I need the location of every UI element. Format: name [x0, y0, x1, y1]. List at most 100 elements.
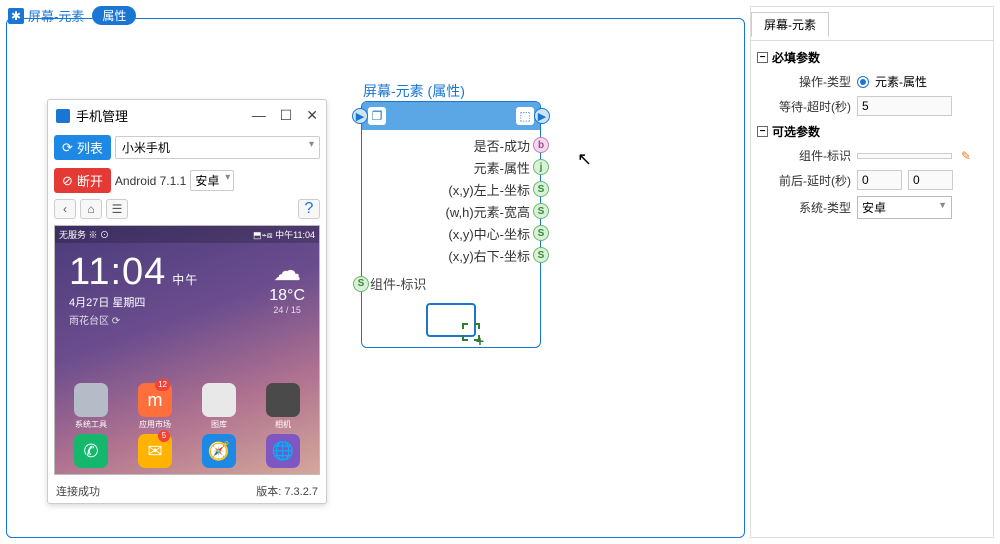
optional-section-header[interactable]: − 可选参数 — [757, 119, 987, 144]
node-output-port[interactable]: S — [533, 203, 549, 219]
app-icon — [202, 383, 236, 417]
collapse-icon[interactable]: − — [757, 52, 768, 63]
app-icon — [74, 383, 108, 417]
delay-after-input[interactable]: 0 — [908, 170, 953, 190]
app-globe[interactable]: 🌐 — [266, 434, 300, 468]
props-tab[interactable]: 屏幕-元素 — [751, 12, 829, 37]
app-icon: 🌐 — [266, 434, 300, 468]
clock-time: 11:04 — [69, 251, 166, 293]
list-button[interactable]: ⟳列表 — [54, 135, 111, 160]
system-type-label: 系统-类型 — [771, 199, 851, 216]
node-exec-in-port[interactable]: ▶ — [352, 108, 368, 124]
walk-icon: ✱ — [8, 8, 24, 24]
edit-icon[interactable]: ✎ — [958, 148, 974, 164]
node-output-label: 是否-成功 — [366, 136, 536, 155]
collapse-icon[interactable]: − — [757, 126, 768, 137]
refresh-icon: ⟳ — [62, 140, 73, 156]
clock-ampm: 中午 — [172, 273, 198, 287]
plus-icon: + — [476, 333, 484, 349]
app-browser[interactable]: 🧭 — [202, 434, 236, 468]
window-title: 手机管理 — [76, 106, 246, 125]
connection-status: 连接成功 — [56, 483, 100, 499]
tab-title: 屏幕-元素 — [28, 6, 84, 25]
node-output-port[interactable]: S — [533, 181, 549, 197]
node-output-row: 元素-属性j — [362, 156, 540, 178]
app-icon — [56, 109, 70, 123]
status-right: ⬒⌁⧈ 中午11:04 — [253, 228, 315, 241]
operation-type-radio[interactable] — [857, 76, 869, 88]
badge: 5 — [158, 430, 170, 442]
window-titlebar[interactable]: 手机管理 — ☐ ✕ — [48, 100, 326, 131]
temp-range: 24 / 15 — [269, 305, 305, 315]
app-phone[interactable]: ✆ — [74, 434, 108, 468]
node-title: 屏幕-元素 (属性) — [363, 81, 465, 101]
minimize-button[interactable]: — — [252, 107, 266, 124]
node-output-row: (w,h)元素-宽高S — [362, 200, 540, 222]
badge: 12 — [155, 379, 170, 391]
app-icon: 🧭 — [202, 434, 236, 468]
help-button[interactable]: ? — [298, 199, 320, 219]
node-output-port[interactable]: S — [533, 225, 549, 241]
node-output-label: (x,y)左上-坐标 — [366, 180, 536, 199]
stop-icon: ⊘ — [62, 173, 73, 189]
node-input-label: 组件-标识 — [370, 274, 426, 293]
wait-timeout-label: 等待-超时(秒) — [771, 98, 851, 115]
node-output-row: (x,y)右下-坐标S — [362, 244, 540, 266]
app-应用市场[interactable]: m12应用市场 — [138, 383, 172, 430]
node-header[interactable]: ▶ ❐ ⬚ ▶ — [362, 102, 540, 130]
device-select[interactable]: 小米手机 — [115, 136, 320, 159]
node-exec-out-port[interactable]: ▶ — [534, 108, 550, 124]
system-type-select[interactable]: 安卓 — [857, 196, 952, 219]
node-copy-icon: ❐ — [368, 107, 386, 125]
back-button[interactable]: ‹ — [54, 199, 76, 219]
delay-label: 前后-延时(秒) — [771, 172, 851, 189]
node-output-port[interactable]: b — [533, 137, 549, 153]
temperature: 18°C — [269, 287, 305, 305]
operation-type-label: 操作-类型 — [771, 73, 851, 90]
wait-timeout-input[interactable]: 5 — [857, 96, 952, 116]
maximize-button[interactable]: ☐ — [280, 107, 293, 124]
delay-before-input[interactable]: 0 — [857, 170, 902, 190]
os-version: Android 7.1.1 — [115, 174, 186, 188]
close-button[interactable]: ✕ — [306, 107, 318, 124]
weather-icon: ☁ — [269, 254, 305, 287]
disconnect-button[interactable]: ⊘断开 — [54, 168, 111, 193]
node-output-port[interactable]: S — [533, 247, 549, 263]
app-label: 相机 — [275, 419, 291, 430]
node-output-port[interactable]: j — [533, 159, 549, 175]
node-output-row: (x,y)左上-坐标S — [362, 178, 540, 200]
app-label: 应用市场 — [139, 419, 171, 430]
node-output-label: (w,h)元素-宽高 — [366, 202, 536, 221]
node-block[interactable]: ▶ ❐ ⬚ ▶ 是否-成功b元素-属性j(x,y)左上-坐标S(w,h)元素-宽… — [361, 101, 541, 348]
node-output-row: (x,y)中心-坐标S — [362, 222, 540, 244]
app-相机[interactable]: 相机 — [266, 383, 300, 430]
node-output-row: 是否-成功b — [362, 134, 540, 156]
required-section-header[interactable]: − 必填参数 — [757, 45, 987, 70]
status-left: 无服务 ※ ⊙ — [59, 228, 109, 241]
phone-manager-window: 手机管理 — ☐ ✕ ⟳列表 小米手机 ⊘断开 Android 7.1.1 安卓… — [47, 99, 327, 504]
app-系统工具[interactable]: 系统工具 — [74, 383, 108, 430]
node-input-port[interactable]: S — [353, 276, 369, 292]
node-target-icon[interactable]: ⬚ — [516, 107, 534, 125]
home-button[interactable]: ⌂ — [80, 199, 102, 219]
cursor-icon: ↖ — [577, 149, 592, 170]
app-图库[interactable]: 图库 — [202, 383, 236, 430]
platform-select[interactable]: 安卓 — [190, 170, 234, 191]
component-id-label: 组件-标识 — [771, 147, 851, 164]
component-thumbnail[interactable]: + — [426, 303, 476, 337]
node-output-label: 元素-属性 — [366, 158, 536, 177]
tab-mode-pill[interactable]: 属性 — [92, 6, 136, 25]
version-text: 版本: 7.3.2.7 — [256, 483, 318, 499]
app-icon — [266, 383, 300, 417]
phone-screen[interactable]: 无服务 ※ ⊙ ⬒⌁⧈ 中午11:04 11:04中午 4月27日 星期四 雨花… — [54, 225, 320, 475]
recent-button[interactable]: ☰ — [106, 199, 128, 219]
operation-type-value: 元素-属性 — [875, 73, 927, 90]
app-icon: ✆ — [74, 434, 108, 468]
app-label: 图库 — [211, 419, 227, 430]
workspace-canvas[interactable]: 手机管理 — ☐ ✕ ⟳列表 小米手机 ⊘断开 Android 7.1.1 安卓… — [6, 18, 745, 538]
app-msg[interactable]: ✉5 — [138, 434, 172, 468]
component-id-input[interactable] — [857, 153, 952, 159]
node-output-label: (x,y)右下-坐标 — [366, 246, 536, 265]
node-output-label: (x,y)中心-坐标 — [366, 224, 536, 243]
app-label: 系统工具 — [75, 419, 107, 430]
